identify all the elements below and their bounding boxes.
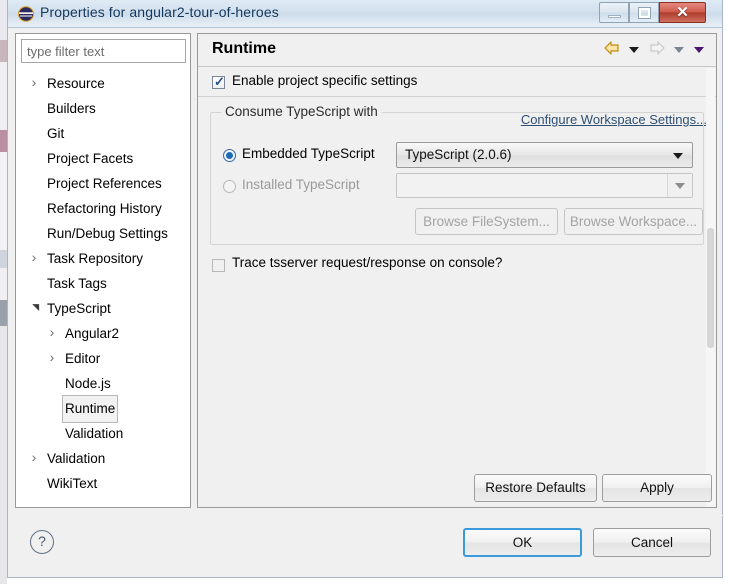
tree-item-label: Task Tags [44,270,110,298]
apply-button[interactable]: Apply [602,474,712,502]
tree-item[interactable]: Node.js [16,370,190,395]
installed-typescript-label: Installed TypeScript [242,177,360,192]
enable-project-specific-row: ✓ Enable project specific settings Confi… [198,71,716,97]
minimize-button[interactable] [599,2,629,23]
tree-item[interactable]: Validation [16,445,190,470]
back-history-dropdown-icon[interactable] [629,47,639,53]
tree-item-label: Validation [62,420,126,448]
tree-item-label: Angular2 [62,320,122,348]
settings-tree[interactable]: ResourceBuildersGitProject FacetsProject… [16,70,190,506]
collapse-arrow-icon[interactable] [28,295,40,320]
tree-item[interactable]: Run/Debug Settings [16,220,190,245]
tree-item[interactable]: Validation [16,420,190,445]
group-legend: Consume TypeScript with [221,104,382,119]
title-bar: Properties for angular2-tour-of-heroes ✕ [8,0,722,28]
cancel-button[interactable]: Cancel [593,528,711,557]
tree-item-label: Project Facets [44,145,136,173]
embedded-typescript-radio[interactable] [223,149,236,162]
check-icon: ✓ [214,74,225,89]
tree-item[interactable]: Refactoring History [16,195,190,220]
maximize-button[interactable] [629,2,659,23]
tree-item[interactable]: Project References [16,170,190,195]
embedded-typescript-combo[interactable]: TypeScript (2.0.6) [396,142,693,168]
tree-item[interactable]: Task Repository [16,245,190,270]
tree-item[interactable]: Builders [16,95,190,120]
enable-project-specific-label: Enable project specific settings [232,73,417,88]
installed-typescript-radio[interactable] [223,180,236,193]
expand-arrow-icon[interactable] [46,320,58,347]
footer-divider [8,515,724,516]
tree-item[interactable]: Resource [16,70,190,95]
expand-arrow-icon[interactable] [28,70,40,97]
help-icon[interactable]: ? [30,530,54,554]
desktop-background-strip [0,0,7,584]
ok-button[interactable]: OK [463,528,582,557]
installed-typescript-combo [396,173,693,198]
page-content-pane: Runtime [197,33,717,508]
restore-defaults-button[interactable]: Restore Defaults [474,474,597,502]
page-header: Runtime [198,34,716,67]
consume-typescript-group: Consume TypeScript with Embedded TypeScr… [210,112,704,245]
tree-item-label: Task Repository [44,245,146,273]
tree-item-label: TypeScript [44,295,114,323]
forward-arrow-icon [649,41,665,58]
dialog-body: ResourceBuildersGitProject FacetsProject… [8,28,722,577]
forward-history-dropdown-icon[interactable] [674,47,684,53]
content-scrollbar[interactable] [706,68,715,507]
tree-item[interactable]: Project Facets [16,145,190,170]
chevron-down-icon [675,183,685,189]
tree-item-label: Runtime [62,395,118,423]
embedded-typescript-combo-value: TypeScript (2.0.6) [405,147,512,162]
tree-item-label: Run/Debug Settings [44,220,171,248]
trace-tsserver-label: Trace tsserver request/response on conso… [232,255,502,270]
window-title: Properties for angular2-tour-of-heroes [40,4,279,20]
tree-item-label: Resource [44,70,108,98]
view-menu-dropdown-icon[interactable] [694,47,704,53]
tree-item-label: Editor [62,345,103,373]
browse-workspace-button: Browse Workspace... [564,208,703,235]
filter-input[interactable] [21,39,186,63]
expand-arrow-icon[interactable] [46,345,58,372]
expand-arrow-icon[interactable] [28,245,40,272]
tree-item-label: Builders [44,95,99,123]
tree-item-label: Git [44,120,67,148]
expand-arrow-icon[interactable] [28,445,40,472]
embedded-typescript-label: Embedded TypeScript [242,146,375,161]
tree-item[interactable]: Editor [16,345,190,370]
trace-tsserver-checkbox[interactable] [212,259,225,272]
eclipse-icon [18,6,34,22]
chevron-down-icon [673,153,683,159]
enable-project-specific-checkbox[interactable]: ✓ [212,76,225,89]
tree-item[interactable]: WikiText [16,470,190,495]
screen: Properties for angular2-tour-of-heroes ✕… [0,0,730,584]
page-title: Runtime [212,40,276,58]
close-button[interactable]: ✕ [659,2,706,23]
dialog-footer: ? OK Cancel [8,515,724,577]
tree-item[interactable]: Angular2 [16,320,190,345]
tree-item-label: Node.js [62,370,114,398]
settings-tree-pane: ResourceBuildersGitProject FacetsProject… [15,33,191,508]
tree-item-label: Validation [44,445,108,473]
browse-filesystem-button: Browse FileSystem... [415,208,558,235]
tree-item-label: WikiText [44,470,100,498]
properties-dialog: Properties for angular2-tour-of-heroes ✕… [7,0,723,578]
tree-item[interactable]: Git [16,120,190,145]
tree-item[interactable]: Task Tags [16,270,190,295]
content-scrollbar-thumb[interactable] [707,228,714,348]
tree-item[interactable]: Runtime [16,395,190,420]
page-nav-toolbar [598,41,705,59]
tree-item-label: Refactoring History [44,195,165,223]
tree-item[interactable]: TypeScript [16,295,190,320]
tree-item-label: Project References [44,170,165,198]
back-arrow-icon[interactable] [604,41,620,58]
